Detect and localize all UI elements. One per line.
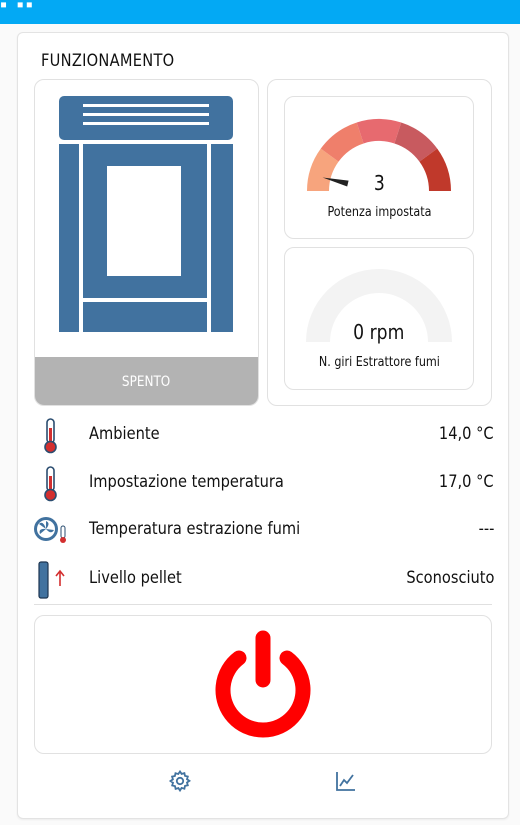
stove-panel: SPENTO <box>34 79 259 406</box>
power-gauge-card: 3 Potenza impostata <box>284 96 474 239</box>
row-value: --- <box>478 519 494 539</box>
card-title: FUNZIONAMENTO <box>41 51 175 71</box>
row-set-temperature: Impostazione temperatura 17,0 °C <box>32 464 494 504</box>
row-label: Temperatura estrazione fumi <box>89 519 301 539</box>
row-label: Livello pellet <box>89 568 182 588</box>
power-gauge-segment <box>320 122 365 163</box>
row-exhaust-temperature: Temperatura estrazione fumi --- <box>32 511 494 551</box>
power-icon[interactable] <box>208 628 318 738</box>
divider <box>34 604 492 605</box>
thermometer-icon <box>44 418 57 454</box>
row-label: Impostazione temperatura <box>89 472 284 492</box>
row-value: 17,0 °C <box>439 472 494 492</box>
power-panel <box>34 615 492 754</box>
fan-gauge-value: 0 rpm <box>353 320 405 344</box>
row-ambient: Ambiente 14,0 °C <box>32 416 494 456</box>
row-pellet-level: Livello pellet Sconosciuto <box>32 560 494 600</box>
fan-thermometer-icon <box>34 517 66 543</box>
pellet-level-icon <box>38 561 65 599</box>
fan-gauge-card: 0 rpm N. giri Estrattore fumi <box>284 247 474 390</box>
fan-gauge-label: N. giri Estrattore fumi <box>318 355 440 370</box>
row-label: Ambiente <box>89 424 160 444</box>
row-value: 14,0 °C <box>439 424 494 444</box>
power-gauge-label: Potenza impostata <box>326 205 432 220</box>
stove-icon <box>59 96 233 332</box>
top-bar-fragment: ▪ ▪▪ <box>0 0 35 16</box>
power-gauge-value: 3 <box>373 171 385 195</box>
gauges-panel: 3 Potenza impostata 0 rpm N. giri Estrat… <box>267 79 492 406</box>
stove-status-bar: SPENTO <box>35 357 258 405</box>
chart-line-icon[interactable] <box>334 769 358 793</box>
fan-gauge <box>306 269 452 343</box>
row-value: Sconosciuto <box>405 568 494 588</box>
thermometer-icon <box>44 466 57 502</box>
power-gauge <box>307 119 451 192</box>
gear-icon[interactable] <box>168 769 192 793</box>
power-gauge-segment <box>356 119 402 144</box>
app-top-bar: ▪ ▪▪ <box>0 0 520 24</box>
power-gauge-segment <box>393 122 438 163</box>
functioning-card: FUNZIONAMENTO SPENTO 3 Potenza impostata… <box>17 32 509 819</box>
stove-status-label: SPENTO <box>122 374 171 390</box>
